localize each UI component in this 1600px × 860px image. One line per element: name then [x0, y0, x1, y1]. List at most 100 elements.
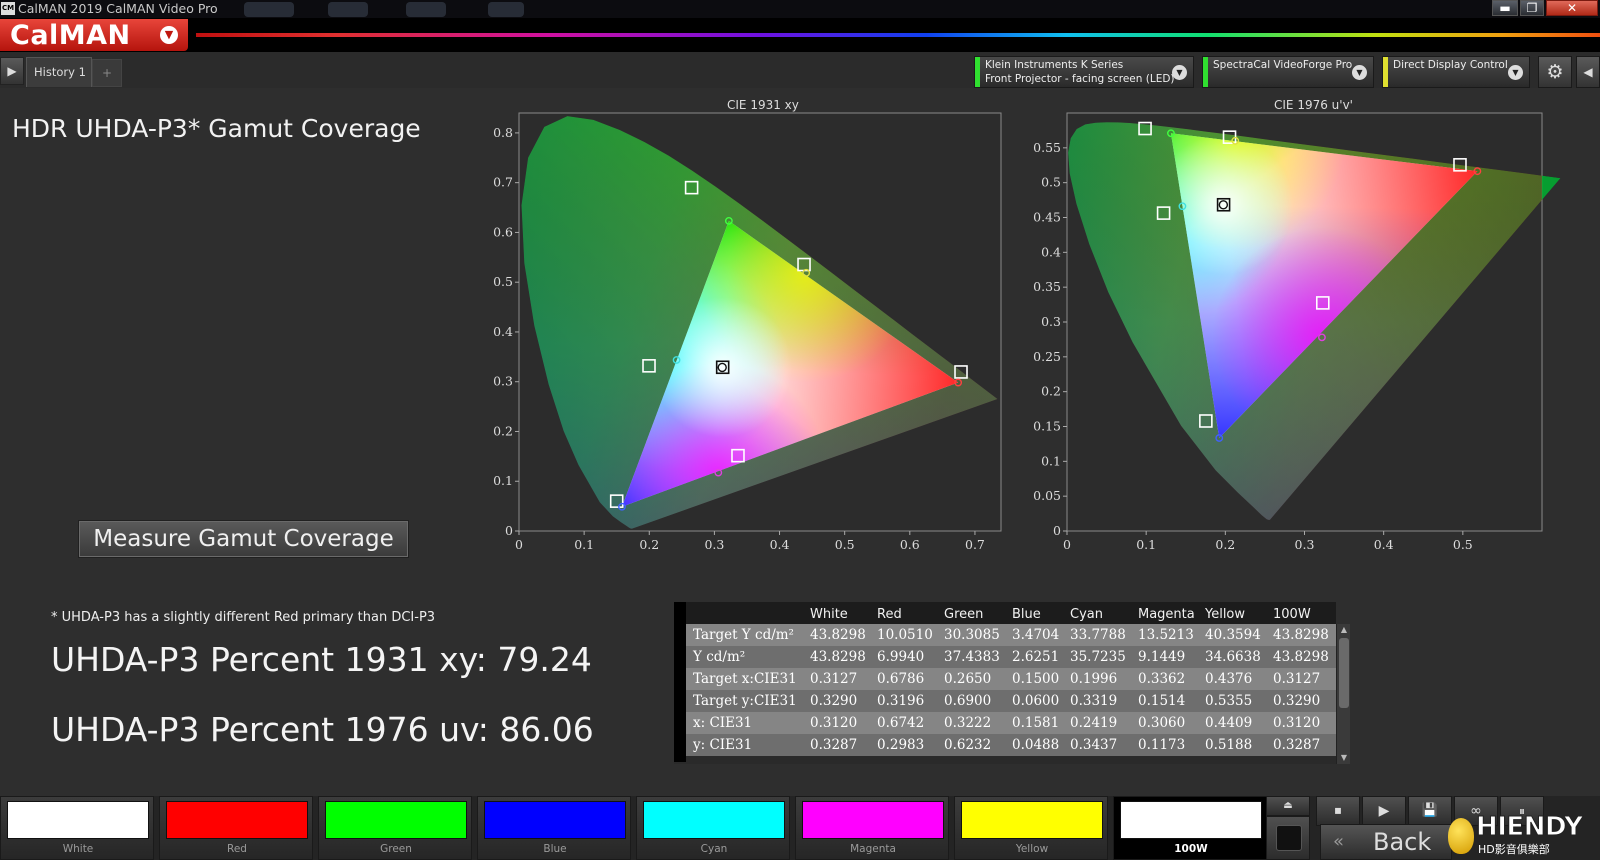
gear-icon[interactable]: ⚙ [1538, 56, 1572, 88]
x-tick-label: 0.7 [965, 537, 985, 552]
row-label: Target x:CIE31 [693, 671, 797, 687]
swatch-magenta[interactable]: Magenta [795, 796, 949, 860]
table-cell: 0.1581 [1012, 715, 1060, 731]
x-tick-label: 0.4 [1374, 537, 1394, 552]
table-cell: 0.3196 [877, 693, 925, 709]
table-cell: 0.1514 [1138, 693, 1186, 709]
swatch-100w[interactable]: 100W [1113, 796, 1267, 860]
table-cell: 0.2983 [877, 737, 925, 753]
swatch-color [166, 801, 308, 839]
swatch-green[interactable]: Green [318, 796, 472, 860]
hiendy-logo-icon [1448, 818, 1474, 854]
table-cell: 0.1996 [1070, 671, 1118, 687]
y-tick-label: 0.5 [1041, 175, 1061, 190]
double-chevron-left-icon: « [1333, 831, 1345, 852]
table-cell: 0.3290 [1273, 693, 1321, 709]
column-header: Blue [1012, 607, 1041, 622]
y-tick-label: 0.7 [493, 175, 513, 190]
y-tick-label: 0.3 [493, 374, 513, 389]
add-tab-button[interactable]: + [92, 59, 122, 87]
table-cell: 0.3290 [810, 693, 858, 709]
close-button[interactable]: ✕ [1546, 0, 1598, 16]
swatch-label: Cyan [700, 843, 728, 855]
table-cell: 0.3127 [810, 671, 858, 687]
y-tick-label: 0.5 [493, 274, 513, 289]
x-tick-label: 0.3 [1295, 537, 1315, 552]
table-cell: 0.0488 [1012, 737, 1060, 753]
device-status-indicator [1203, 57, 1208, 87]
taskbar-thumb [406, 2, 446, 17]
table-cell: 35.7235 [1070, 649, 1126, 665]
swatch-yellow[interactable]: Yellow [954, 796, 1108, 860]
table-cell: 0.3120 [810, 715, 858, 731]
measure-gamut-coverage-button[interactable]: Measure Gamut Coverage [78, 520, 409, 558]
percent-1931-readout: UHDA-P3 Percent 1931 xy: 79.24 [51, 640, 592, 679]
pattern-generator-selector[interactable]: SpectraCal VideoForge Pro ▼ [1202, 56, 1374, 88]
scroll-down-icon[interactable]: ▼ [1337, 752, 1351, 764]
stop-pattern-button[interactable] [1266, 816, 1310, 860]
scroll-thumb[interactable] [1339, 638, 1349, 708]
x-tick-label: 0.6 [900, 537, 920, 552]
table-cell: 0.3437 [1070, 737, 1118, 753]
x-tick-label: 0 [515, 537, 523, 552]
y-tick-label: 0.25 [1033, 349, 1061, 364]
y-tick-label: 0.4 [493, 324, 513, 339]
x-tick-label: 0.2 [1215, 537, 1235, 552]
display-control-selector[interactable]: Direct Display Control ▼ [1382, 56, 1530, 88]
hiendy-watermark: HIENDY HD影音俱樂部 [1446, 812, 1600, 858]
y-tick-label: 0.05 [1033, 488, 1061, 503]
y-tick-label: 0.1 [1041, 453, 1061, 468]
table-row: Target y:CIE31 0.3290 0.3196 0.6900 0.0600 0.… [686, 690, 1336, 712]
table-cell: 43.8298 [810, 649, 866, 665]
rainbow-strip [196, 33, 1600, 37]
calman-menu-button[interactable]: CalMAN ▼ [0, 19, 188, 51]
play-icon[interactable]: ▶ [1362, 796, 1406, 826]
table-cell: 0.0600 [1012, 693, 1060, 709]
row-label: Target y:CIE31 [693, 693, 797, 709]
swatch-white[interactable]: White [0, 796, 154, 860]
eject-icon[interactable]: ⏏ [1266, 796, 1310, 816]
y-tick-label: 0.45 [1033, 210, 1061, 225]
calman-logo: CalMAN [10, 20, 131, 51]
table-cell: 0.4409 [1205, 715, 1253, 731]
y-tick-label: 0.6 [493, 224, 513, 239]
swatch-cyan[interactable]: Cyan [636, 796, 790, 860]
swatch-blue[interactable]: Blue [477, 796, 631, 860]
x-tick-label: 0.5 [835, 537, 855, 552]
swatch-red[interactable]: Red [159, 796, 313, 860]
scroll-up-icon[interactable]: ▲ [1337, 624, 1351, 636]
swatch-color [325, 801, 467, 839]
y-tick-label: 0.3 [1041, 314, 1061, 329]
table-cell: 0.2419 [1070, 715, 1118, 731]
watermark-subtitle: HD影音俱樂部 [1478, 843, 1550, 856]
x-tick-label: 0.4 [770, 537, 790, 552]
collapse-panel-icon[interactable]: ◀ [1576, 56, 1600, 88]
table-cell: 0.2650 [944, 671, 992, 687]
x-tick-label: 0.3 [704, 537, 724, 552]
page-title: HDR UHDA-P3* Gamut Coverage [12, 114, 421, 143]
back-button[interactable]: « Back [1320, 824, 1452, 860]
column-header: Red [877, 607, 902, 622]
table-header: White Red Green Blue Cyan Magenta Yellow… [686, 602, 1336, 624]
table-scrollbar[interactable]: ▲ ▼ [1336, 624, 1350, 764]
minimize-button[interactable]: ▬ [1492, 0, 1518, 16]
play-icon[interactable]: ▶ [0, 57, 24, 85]
y-tick-label: 0.35 [1033, 279, 1061, 294]
table-cell: 0.3287 [810, 737, 858, 753]
table-cell: 0.6742 [877, 715, 925, 731]
taskbar-thumb [244, 2, 294, 17]
table-cell: 37.4383 [944, 649, 1000, 665]
stop-icon[interactable]: ⏹ [1316, 796, 1360, 826]
tab-history-1[interactable]: History 1 [26, 57, 92, 87]
meter-selector[interactable]: Klein Instruments K Series Front Project… [974, 56, 1194, 88]
chevron-down-icon: ▼ [1172, 65, 1187, 80]
x-tick-label: 0.1 [574, 537, 594, 552]
table-cell: 0.3120 [1273, 715, 1321, 731]
swatch-label: Red [227, 843, 247, 855]
column-header: Magenta [1138, 607, 1195, 622]
swatch-color [7, 801, 149, 839]
table-cell: 0.3127 [1273, 671, 1321, 687]
table-row-header-strip [674, 602, 686, 762]
y-tick-label: 0.55 [1033, 140, 1061, 155]
maximize-button[interactable]: ❐ [1520, 0, 1544, 16]
